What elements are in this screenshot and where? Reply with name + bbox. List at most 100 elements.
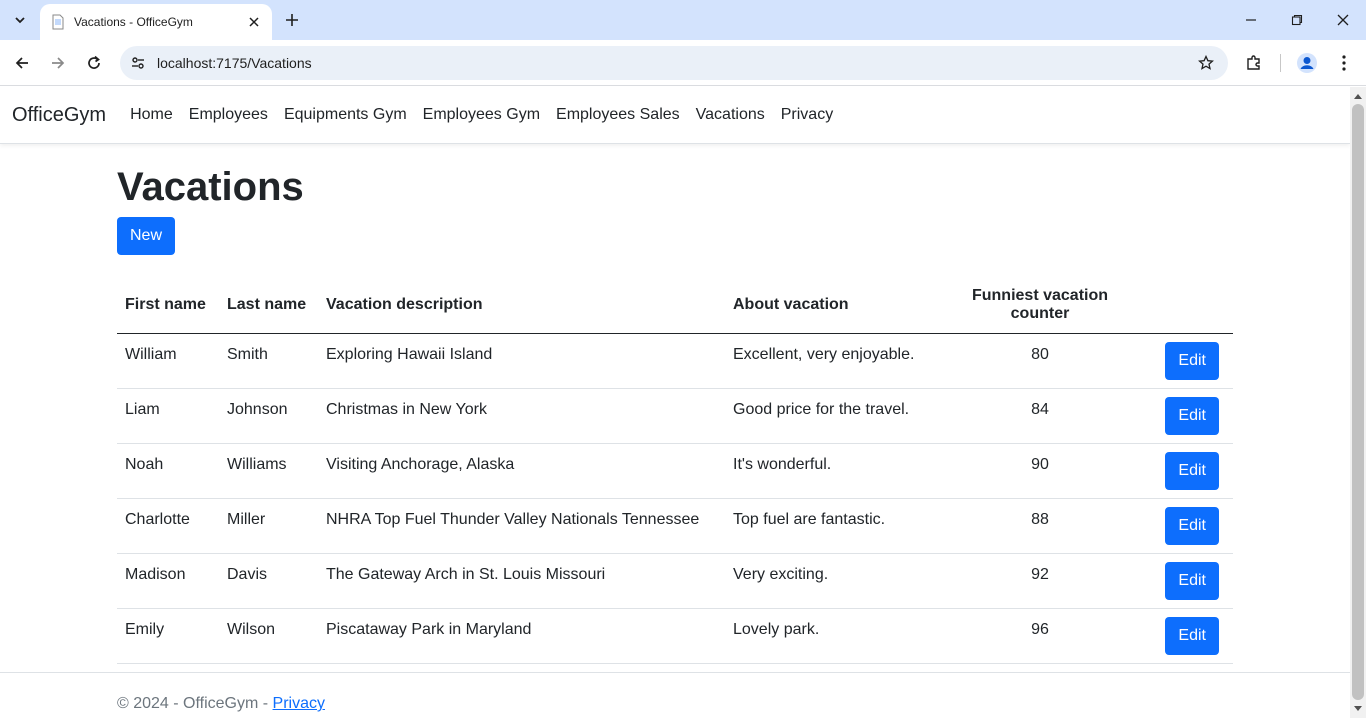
reload-button[interactable] [80, 49, 108, 77]
back-button[interactable] [8, 49, 36, 77]
cell-actions: Edit [1145, 553, 1233, 609]
restore-button[interactable] [1274, 0, 1320, 40]
main-content: Vacations New First name Last name Vacat… [117, 144, 1233, 664]
table-row: William Smith Exploring Hawaii Island Ex… [117, 333, 1233, 389]
table-row: Emily Wilson Piscataway Park in Maryland… [117, 608, 1233, 664]
cell-vacation-description: Christmas in New York [318, 388, 725, 444]
table-row: Madison Davis The Gateway Arch in St. Lo… [117, 553, 1233, 609]
cell-vacation-description: Piscataway Park in Maryland [318, 608, 725, 664]
browser-tab-active[interactable]: Vacations - OfficeGym [40, 4, 272, 40]
profile-avatar-icon [1297, 53, 1317, 73]
cell-about-vacation: Good price for the travel. [725, 388, 935, 444]
edit-button[interactable]: Edit [1165, 452, 1219, 490]
edit-button[interactable]: Edit [1165, 617, 1219, 655]
more-vertical-icon [1342, 55, 1346, 71]
cell-first-name: Noah [117, 443, 219, 499]
cell-actions: Edit [1145, 333, 1233, 389]
browser-menu-button[interactable] [1330, 49, 1358, 77]
nav-link-home[interactable]: Home [122, 106, 181, 124]
column-header-about-vacation: About vacation [725, 279, 935, 334]
toolbar-divider [1280, 54, 1281, 72]
arrow-left-icon [15, 57, 28, 69]
arrow-right-icon [52, 57, 65, 69]
cell-funniest-counter: 90 [935, 443, 1145, 499]
cell-funniest-counter: 96 [935, 608, 1145, 664]
cell-about-vacation: Excellent, very enjoyable. [725, 333, 935, 389]
cell-last-name: Johnson [219, 388, 318, 444]
edit-button[interactable]: Edit [1165, 397, 1219, 435]
address-bar[interactable]: localhost:7175/Vacations [120, 46, 1228, 80]
scroll-up-arrow-icon[interactable] [1350, 89, 1366, 103]
cell-about-vacation: Top fuel are fantastic. [725, 498, 935, 554]
cell-actions: Edit [1145, 498, 1233, 554]
restore-icon [1291, 14, 1303, 26]
close-window-button[interactable] [1320, 0, 1366, 40]
column-header-first-name: First name [117, 279, 219, 334]
cell-about-vacation: Lovely park. [725, 608, 935, 664]
tab-search-button[interactable] [6, 6, 34, 34]
browser-tab-strip: Vacations - OfficeGym [0, 0, 1366, 40]
site-navbar: OfficeGym Home Employees Equipments Gym … [0, 87, 1350, 144]
column-header-actions [1145, 279, 1233, 334]
nav-link-vacations[interactable]: Vacations [688, 106, 773, 124]
nav-link-privacy[interactable]: Privacy [773, 106, 841, 124]
table-row: Liam Johnson Christmas in New York Good … [117, 388, 1233, 444]
site-footer: © 2024 - OfficeGym - Privacy [0, 672, 1350, 718]
tab-close-icon[interactable] [244, 12, 264, 32]
edit-button[interactable]: Edit [1165, 507, 1219, 545]
cell-last-name: Smith [219, 333, 318, 389]
cell-last-name: Davis [219, 553, 318, 609]
cell-funniest-counter: 88 [935, 498, 1145, 554]
cell-vacation-description: NHRA Top Fuel Thunder Valley Nationals T… [318, 498, 725, 554]
brand-link[interactable]: OfficeGym [12, 104, 106, 127]
cell-about-vacation: Very exciting. [725, 553, 935, 609]
nav-link-equipments-gym[interactable]: Equipments Gym [276, 106, 415, 124]
url-text[interactable]: localhost:7175/Vacations [157, 55, 312, 71]
cell-vacation-description: The Gateway Arch in St. Louis Missouri [318, 553, 725, 609]
cell-first-name: Charlotte [117, 498, 219, 554]
cell-first-name: Liam [117, 388, 219, 444]
cell-first-name: Madison [117, 553, 219, 609]
cell-last-name: Williams [219, 443, 318, 499]
cell-actions: Edit [1145, 608, 1233, 664]
table-row: Noah Williams Visiting Anchorage, Alaska… [117, 443, 1233, 499]
cell-vacation-description: Exploring Hawaii Island [318, 333, 725, 389]
site-info-icon[interactable] [128, 53, 148, 73]
puzzle-icon [1247, 55, 1260, 70]
nav-link-employees[interactable]: Employees [181, 106, 276, 124]
column-header-vacation-description: Vacation description [318, 279, 725, 334]
forward-button[interactable] [44, 49, 72, 77]
profile-button[interactable] [1293, 49, 1321, 77]
tab-title: Vacations - OfficeGym [74, 15, 193, 29]
table-header-row: First name Last name Vacation descriptio… [117, 279, 1233, 334]
cell-funniest-counter: 92 [935, 553, 1145, 609]
cell-first-name: William [117, 333, 219, 389]
new-tab-button[interactable] [280, 8, 304, 32]
cell-actions: Edit [1145, 443, 1233, 499]
cell-last-name: Wilson [219, 608, 318, 664]
footer-privacy-link[interactable]: Privacy [273, 695, 325, 712]
new-vacation-button[interactable]: New [117, 217, 176, 255]
nav-link-employees-gym[interactable]: Employees Gym [415, 106, 548, 124]
edit-button[interactable]: Edit [1165, 562, 1219, 600]
scrollbar-thumb[interactable] [1352, 104, 1364, 700]
browser-toolbar: localhost:7175/Vacations [0, 40, 1366, 86]
table-row: Charlotte Miller NHRA Top Fuel Thunder V… [117, 498, 1233, 554]
page-scrollbar[interactable] [1350, 87, 1366, 718]
minimize-button[interactable] [1228, 0, 1274, 40]
bookmark-star-icon[interactable] [1196, 53, 1216, 73]
footer-copyright: © 2024 - OfficeGym - [117, 695, 273, 712]
column-header-last-name: Last name [219, 279, 318, 334]
page-title: Vacations [117, 165, 304, 209]
reload-icon [88, 55, 100, 69]
extensions-button[interactable] [1240, 49, 1268, 77]
column-header-funniest-counter: Funniest vacation counter [935, 279, 1145, 334]
cell-actions: Edit [1145, 388, 1233, 444]
nav-link-employees-sales[interactable]: Employees Sales [548, 106, 688, 124]
footer-text: © 2024 - OfficeGym - Privacy [117, 695, 325, 713]
scroll-down-arrow-icon[interactable] [1350, 702, 1366, 716]
edit-button[interactable]: Edit [1165, 342, 1219, 380]
cell-about-vacation: It's wonderful. [725, 443, 935, 499]
cell-last-name: Miller [219, 498, 318, 554]
vacations-table: First name Last name Vacation descriptio… [117, 279, 1233, 664]
